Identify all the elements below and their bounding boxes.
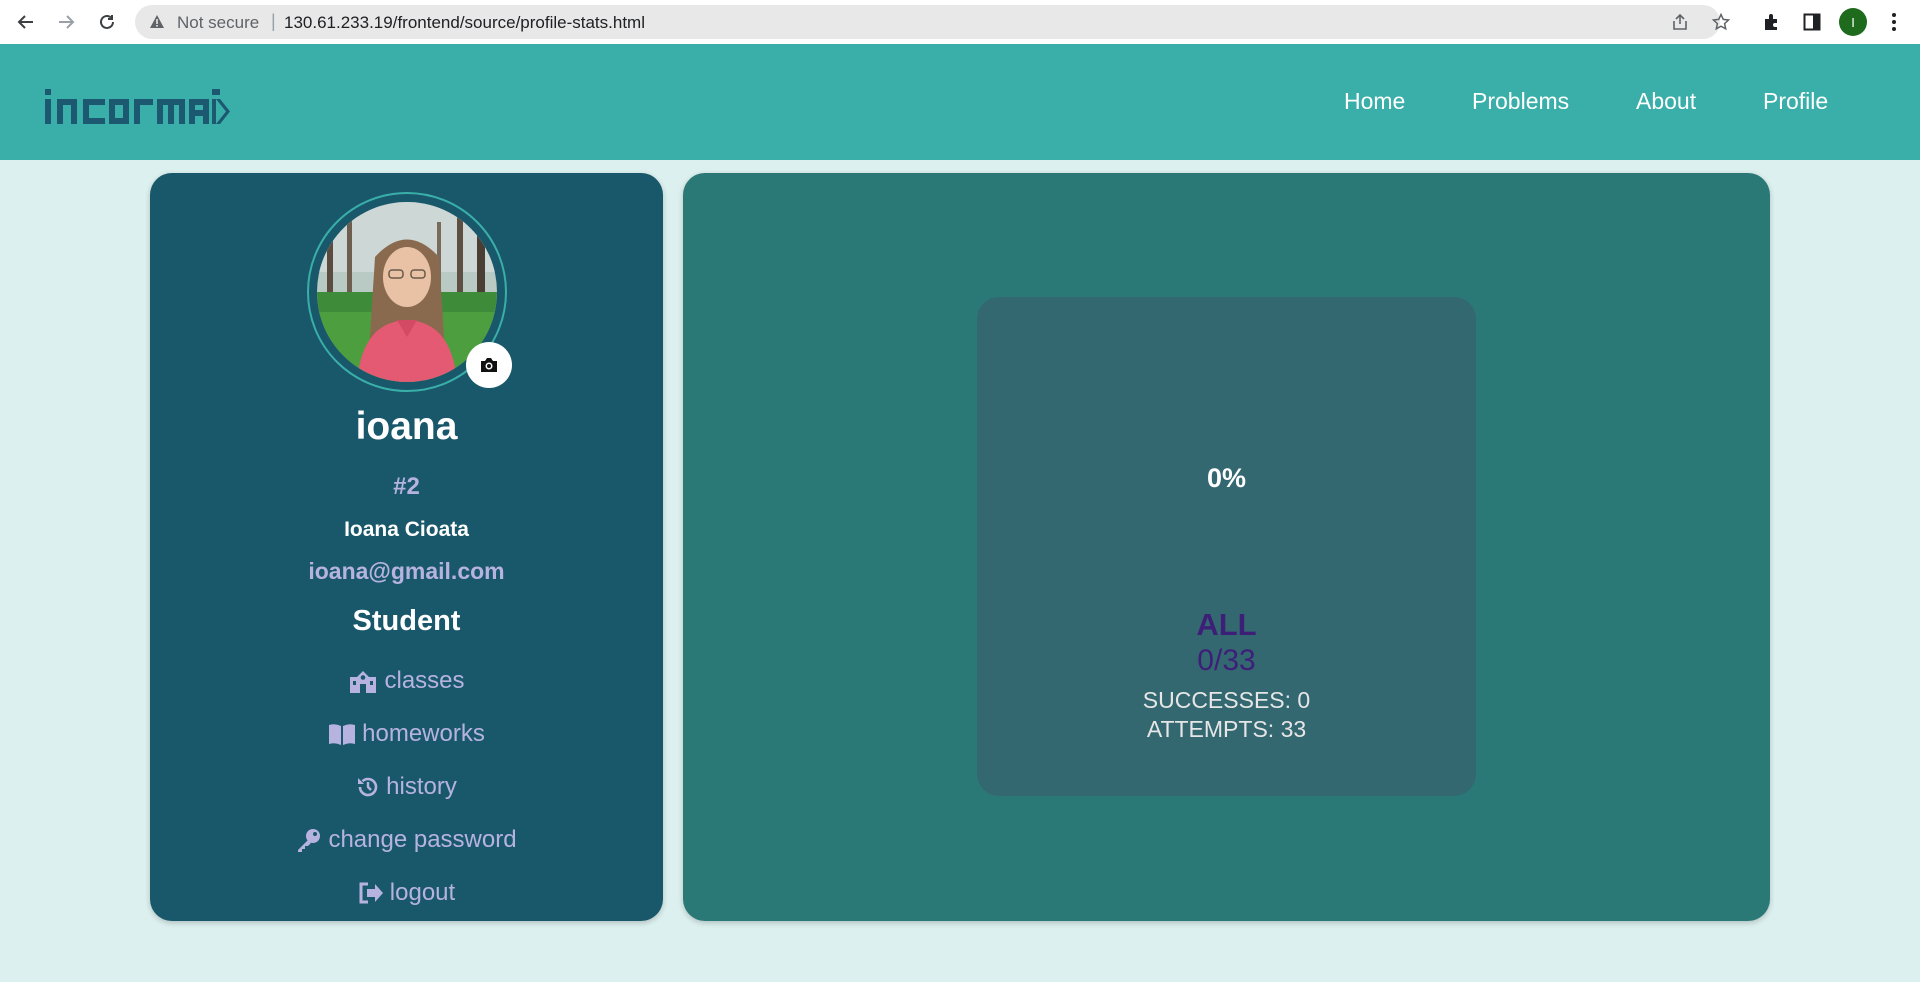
reload-icon [100,14,114,29]
more-menu-icon[interactable] [1882,10,1906,34]
homeworks-link[interactable]: homeworks [150,720,663,748]
logout-link[interactable]: logout [150,879,663,907]
bookmark-star-icon[interactable] [1711,12,1731,32]
security-label[interactable]: Not secure [177,13,259,33]
homeworks-label: homeworks [362,720,485,747]
history-link[interactable]: history [150,773,663,801]
arrow-right-icon [59,15,75,29]
change-password-label: change password [328,826,517,853]
success-percent: 0% [1206,463,1247,493]
nav-about[interactable]: About [1636,88,1696,115]
side-panel-icon[interactable] [1800,10,1824,34]
profile-role: Student [352,605,461,637]
profile-email: ioana@gmail.com [308,558,505,584]
stat-category: ALL [1196,607,1257,642]
classes-link[interactable]: classes [150,667,663,695]
key-icon [298,829,321,852]
address-bar[interactable]: Not secure | 130.61.233.19/frontend/sour… [135,5,1730,39]
nav-home[interactable]: Home [1344,88,1405,115]
logout-icon [359,882,383,904]
camera-icon [481,358,497,372]
url-text[interactable]: 130.61.233.19/frontend/source/profile-st… [284,13,645,33]
warning-icon [149,14,165,30]
stat-attempts: ATTEMPTS: 33 [1146,716,1307,742]
profile-full-name: Ioana Cioata [344,518,469,541]
profile-username: ioana [355,405,458,448]
change-password-link[interactable]: change password [150,826,663,854]
nav-problems[interactable]: Problems [1472,88,1569,115]
url-separator: | [271,11,276,31]
site-header [0,44,1920,160]
site-logo[interactable] [45,89,230,130]
logout-label: logout [389,879,456,906]
history-icon [358,777,378,797]
stat-successes: SUCCESSES: 0 [1142,687,1311,713]
nav-profile[interactable]: Profile [1763,88,1828,115]
arrow-left-icon [17,15,33,29]
back-button[interactable] [13,9,39,35]
browser-profile-avatar[interactable]: I [1839,8,1867,36]
forward-button[interactable] [53,9,79,35]
book-icon [329,724,356,745]
change-photo-button[interactable] [466,342,512,388]
classes-label: classes [384,667,465,694]
profile-rank: #2 [393,473,420,500]
school-icon [350,671,377,693]
share-icon[interactable] [1670,12,1690,32]
browser-toolbar: Not secure | 130.61.233.19/frontend/sour… [0,0,1920,44]
reload-button[interactable] [94,9,120,35]
logo-icon [45,89,230,124]
stat-ratio: 0/33 [1197,644,1256,677]
history-label: history [386,773,457,800]
extensions-icon[interactable] [1760,10,1784,34]
